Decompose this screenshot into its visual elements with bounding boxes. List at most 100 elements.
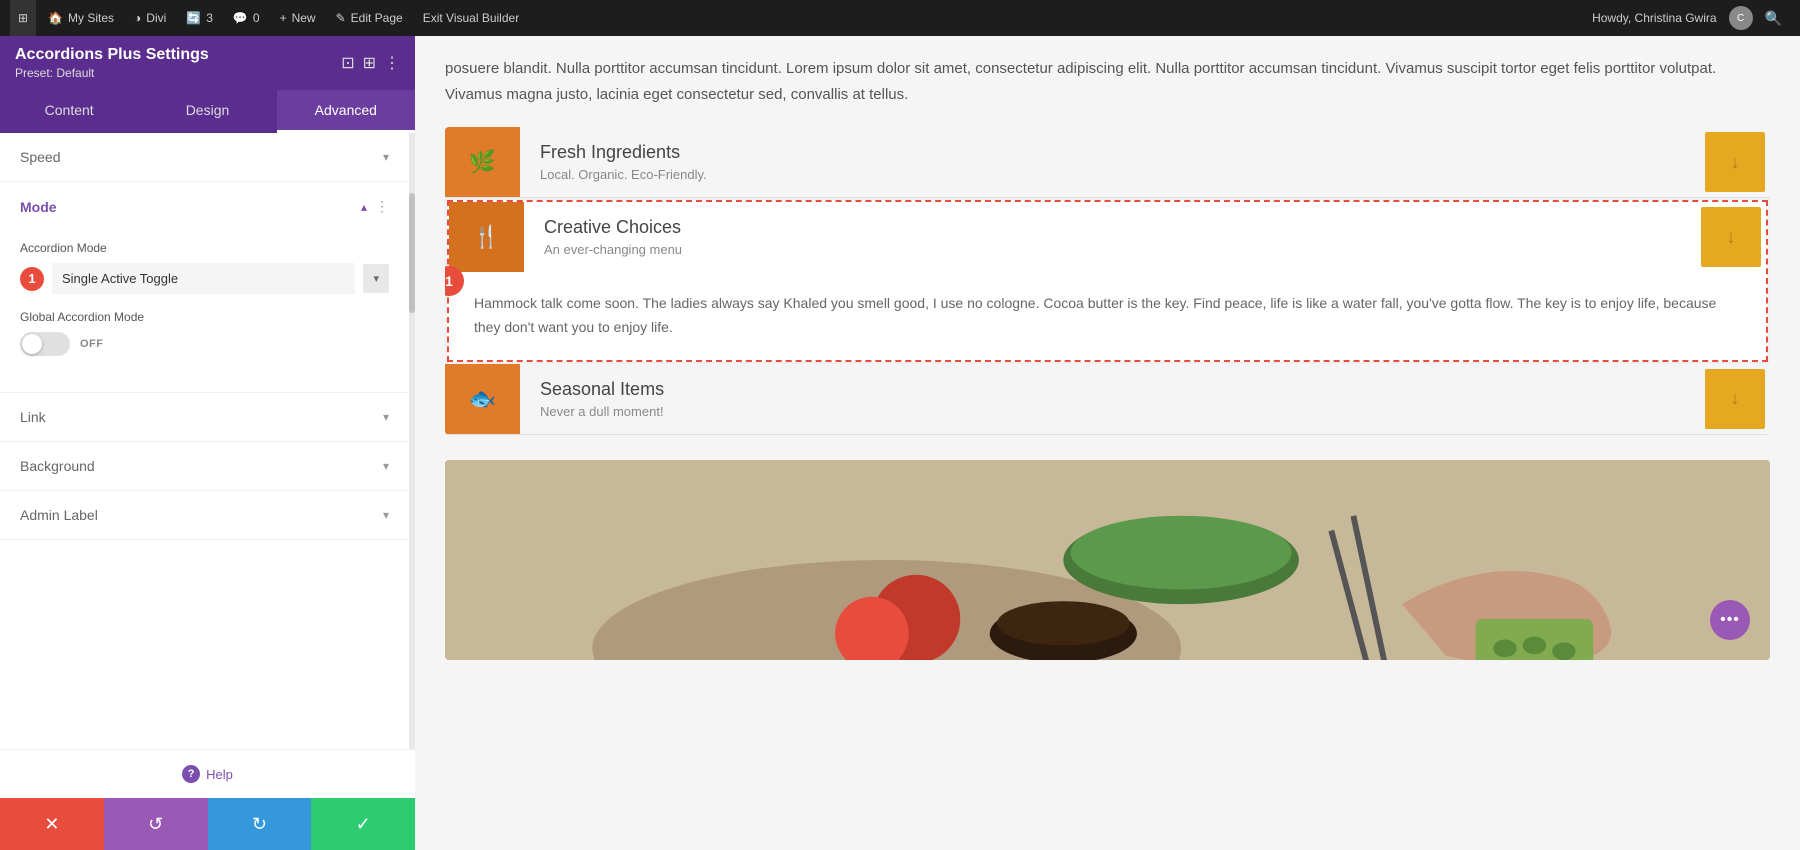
accordion-toggle-1[interactable]: ↓ bbox=[1705, 132, 1765, 192]
background-section[interactable]: Background ▾ bbox=[0, 442, 409, 491]
mode-title: Mode bbox=[20, 199, 57, 215]
accordion-header-1[interactable]: 🌿 Fresh Ingredients Local. Organic. Eco-… bbox=[445, 127, 1770, 197]
mode-section: Mode ▴ ⋮ Accordion Mode 1 bbox=[0, 182, 409, 393]
speed-section[interactable]: Speed ▾ bbox=[0, 133, 409, 182]
speed-label: Speed bbox=[20, 149, 60, 165]
accordion-item-1: 🌿 Fresh Ingredients Local. Organic. Eco-… bbox=[445, 127, 1770, 198]
accordion-toggle-3[interactable]: ↓ bbox=[1705, 369, 1765, 429]
accordion-toggle-2[interactable]: ↓ bbox=[1701, 207, 1761, 267]
background-chevron-icon: ▾ bbox=[383, 459, 389, 473]
mode-header[interactable]: Mode ▴ ⋮ bbox=[0, 182, 409, 231]
scroll-thumb[interactable] bbox=[409, 193, 415, 313]
toggle-state-label: OFF bbox=[80, 338, 104, 350]
panel-title: Accordions Plus Settings bbox=[15, 46, 209, 64]
accordion-subtitle-3: Never a dull moment! bbox=[540, 404, 1680, 419]
panel-layout-icon[interactable]: ⊞ bbox=[363, 53, 376, 73]
mode-chevron-icon: ▴ bbox=[361, 200, 367, 214]
new-button[interactable]: + New bbox=[272, 0, 324, 36]
food-image-svg bbox=[445, 460, 1770, 660]
edit-page-button[interactable]: ✎ Edit Page bbox=[328, 0, 411, 36]
tab-design[interactable]: Design bbox=[138, 90, 276, 133]
comments-count-button[interactable]: 🔄 3 bbox=[178, 0, 221, 36]
plus-icon: + bbox=[280, 11, 287, 25]
mode-header-left: Mode bbox=[20, 199, 57, 215]
link-label: Link bbox=[20, 409, 46, 425]
down-arrow-icon-3: ↓ bbox=[1731, 388, 1740, 409]
search-icon[interactable]: 🔍 bbox=[1757, 10, 1790, 27]
accordion-item-3: 🐟 Seasonal Items Never a dull moment! ↓ bbox=[445, 364, 1770, 435]
accordion-icon-box-3: 🐟 bbox=[445, 364, 520, 434]
left-panel: Accordions Plus Settings Preset: Default… bbox=[0, 36, 415, 850]
accordion-mode-select[interactable]: Single Active Toggle Multiple Active Tog… bbox=[52, 263, 355, 294]
action-bar: ✕ ↺ ↻ ✓ bbox=[0, 798, 415, 850]
accordion-text-1: Fresh Ingredients Local. Organic. Eco-Fr… bbox=[520, 127, 1700, 197]
panel-scrollable: Speed ▾ Mode ▴ ⋮ bbox=[0, 133, 415, 749]
help-row: ? Help bbox=[0, 749, 415, 798]
right-content: posuere blandit. Nulla porttitor accumsa… bbox=[415, 36, 1800, 850]
redo-button[interactable]: ↻ bbox=[208, 798, 312, 850]
global-accordion-mode-label: Global Accordion Mode bbox=[20, 310, 389, 324]
wp-logo-button[interactable]: ⊞ bbox=[10, 0, 36, 36]
my-sites-button[interactable]: 🏠 My Sites bbox=[40, 0, 122, 36]
comment-icon: 💬 bbox=[233, 11, 248, 25]
accordion-icon-box-2: 🍴 bbox=[449, 202, 524, 272]
accordion-icon-box-1: 🌿 bbox=[445, 127, 520, 197]
accordion-title-1: Fresh Ingredients bbox=[540, 142, 1680, 163]
link-chevron-icon: ▾ bbox=[383, 410, 389, 424]
home-icon: 🏠 bbox=[48, 11, 63, 25]
seasonal-items-icon: 🐟 bbox=[469, 386, 496, 412]
exit-visual-builder-button[interactable]: Exit Visual Builder bbox=[415, 0, 528, 36]
admin-bar: ⊞ 🏠 My Sites ◑ Divi 🔄 3 💬 0 + New ✎ Edit… bbox=[0, 0, 1800, 36]
global-accordion-toggle[interactable] bbox=[20, 332, 70, 356]
global-accordion-mode-group: Global Accordion Mode OFF bbox=[20, 310, 389, 356]
food-image-overlay: ••• bbox=[1710, 600, 1750, 640]
creative-choices-icon: 🍴 bbox=[473, 224, 500, 250]
accordion-title-2: Creative Choices bbox=[544, 217, 1676, 238]
comments-button[interactable]: 💬 0 bbox=[225, 0, 268, 36]
cancel-button[interactable]: ✕ bbox=[0, 798, 104, 850]
divi-icon: ◑ bbox=[134, 11, 141, 25]
accordion-header-2[interactable]: 🍴 Creative Choices An ever-changing menu… bbox=[449, 202, 1766, 272]
fresh-ingredients-icon: 🌿 bbox=[469, 149, 496, 175]
panel-collapse-icon[interactable]: ⊡ bbox=[341, 53, 354, 73]
panel-tabs: Content Design Advanced bbox=[0, 90, 415, 133]
accordion-mode-label: Accordion Mode bbox=[20, 241, 389, 255]
undo-button[interactable]: ↺ bbox=[104, 798, 208, 850]
admin-label-section[interactable]: Admin Label ▾ bbox=[0, 491, 409, 540]
wp-icon: ⊞ bbox=[18, 11, 28, 25]
accordion-title-3: Seasonal Items bbox=[540, 379, 1680, 400]
accordion-text-3: Seasonal Items Never a dull moment! bbox=[520, 364, 1700, 434]
scroll-track bbox=[409, 133, 415, 749]
admin-label-chevron-icon: ▾ bbox=[383, 508, 389, 522]
panel-header-icons: ⊡ ⊞ ⋮ bbox=[341, 53, 400, 73]
refresh-icon: 🔄 bbox=[186, 11, 201, 25]
toggle-knob bbox=[22, 334, 42, 354]
body-text: posuere blandit. Nulla porttitor accumsa… bbox=[445, 56, 1770, 107]
down-arrow-icon-1: ↓ bbox=[1731, 152, 1740, 173]
panel-preset: Preset: Default bbox=[15, 66, 209, 80]
tab-content[interactable]: Content bbox=[0, 90, 138, 133]
accordion-item-2: 1 🍴 Creative Choices An ever-changing me… bbox=[447, 200, 1768, 362]
accordion-container: 🌿 Fresh Ingredients Local. Organic. Eco-… bbox=[445, 127, 1770, 435]
divi-button[interactable]: ◑ Divi bbox=[126, 0, 174, 36]
save-button[interactable]: ✓ bbox=[311, 798, 415, 850]
mode-options-icon[interactable]: ⋮ bbox=[375, 198, 389, 215]
tab-advanced[interactable]: Advanced bbox=[277, 90, 415, 133]
help-icon: ? bbox=[182, 765, 200, 783]
avatar[interactable]: C bbox=[1729, 6, 1753, 30]
panel-title-area: Accordions Plus Settings Preset: Default bbox=[15, 46, 209, 80]
accordion-header-3[interactable]: 🐟 Seasonal Items Never a dull moment! ↓ bbox=[445, 364, 1770, 434]
accordion-body-text-2: Hammock talk come soon. The ladies alway… bbox=[474, 292, 1741, 340]
link-section[interactable]: Link ▾ bbox=[0, 393, 409, 442]
floating-menu-button[interactable]: ••• bbox=[1710, 600, 1750, 640]
accordion-subtitle-2: An ever-changing menu bbox=[544, 242, 1676, 257]
help-button[interactable]: ? Help bbox=[182, 765, 233, 783]
admin-label-label: Admin Label bbox=[20, 507, 98, 523]
global-accordion-toggle-row: OFF bbox=[20, 332, 389, 356]
down-arrow-icon-2: ↓ bbox=[1727, 227, 1736, 248]
mode-header-right: ▴ ⋮ bbox=[361, 198, 389, 215]
accordion-mode-badge: 1 bbox=[20, 267, 44, 291]
panel-menu-icon[interactable]: ⋮ bbox=[384, 53, 400, 73]
speed-chevron-icon: ▾ bbox=[383, 150, 389, 164]
user-greeting: Howdy, Christina Gwira bbox=[1584, 0, 1724, 36]
